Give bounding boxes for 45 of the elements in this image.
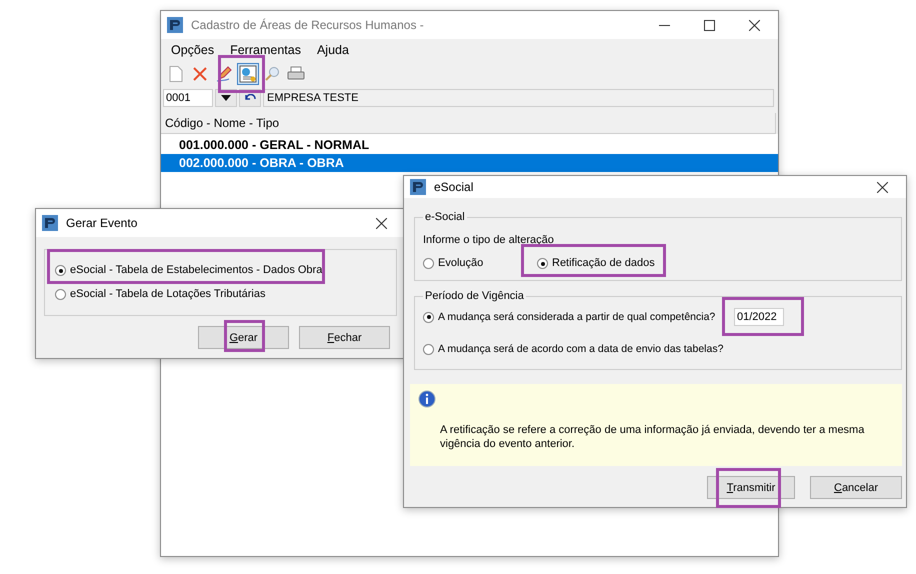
dialog-button[interactable]: Cancelar xyxy=(810,476,902,499)
maximize-icon[interactable] xyxy=(704,20,715,30)
radio-button[interactable] xyxy=(423,258,434,269)
dialog-button[interactable]: Fechar xyxy=(299,326,390,349)
competence-field[interactable]: 01/2022 xyxy=(734,308,784,326)
dialog-button[interactable]: Transmitir xyxy=(707,476,795,499)
radio-label: Retificação de dados xyxy=(552,257,655,270)
highlight-frame xyxy=(716,468,781,508)
list-row[interactable]: 001.000.000 - GERAL - NORMAL xyxy=(161,136,778,154)
window-title: Gerar Evento xyxy=(66,216,138,230)
app-logo-icon xyxy=(410,179,426,195)
highlight-frame xyxy=(218,55,265,93)
app-logo-icon xyxy=(42,215,58,231)
menu-item[interactable]: Ferramentas xyxy=(230,43,301,57)
menu-item[interactable]: Opções xyxy=(171,43,214,57)
radio-label: A mudança será considerada a partir de qual competência? xyxy=(438,310,716,324)
radio-button[interactable] xyxy=(423,312,434,322)
prompt-text: Informe o tipo de alteração xyxy=(423,234,555,247)
undo-arrow-icon xyxy=(244,94,256,102)
company-code-field[interactable]: 0001 xyxy=(163,89,213,107)
radio-label: eSocial - Tabela de Lotações Tributárias xyxy=(70,288,266,301)
app-logo-icon xyxy=(167,17,183,33)
close-icon[interactable] xyxy=(749,20,760,30)
radio-button[interactable] xyxy=(55,289,66,300)
group-title: Período de Vigência xyxy=(424,290,525,303)
radio-button[interactable] xyxy=(423,344,434,354)
window-title: Cadastro de Áreas de Recursos Humanos - xyxy=(191,18,424,32)
close-icon[interactable] xyxy=(877,182,888,192)
caret-icon xyxy=(221,95,231,101)
close-icon[interactable] xyxy=(376,218,387,228)
radio-button[interactable] xyxy=(537,258,548,269)
list-row[interactable]: 002.000.000 - OBRA - OBRA xyxy=(161,154,778,172)
dialog-button[interactable]: Gerar xyxy=(198,326,289,349)
radio-button[interactable] xyxy=(55,265,66,276)
radio-label: eSocial - Tabela de Estabelecimentos - Dados Obra xyxy=(70,264,322,277)
menu-item[interactable]: Ajuda xyxy=(316,43,349,57)
company-name-field: EMPRESA TESTE xyxy=(263,89,774,107)
radio-label: A mudança será de acordo com a data de envio das tabelas? xyxy=(438,342,722,356)
group-title: e-Social xyxy=(424,211,466,224)
window-title: eSocial xyxy=(434,180,474,194)
info-text: A retificação se refere a correção de uma informação já enviada, devendo ter a mesma vigência do evento anterior. xyxy=(440,423,866,451)
info-icon xyxy=(418,390,436,408)
highlight-frame xyxy=(224,320,265,352)
globe-document-icon[interactable] xyxy=(237,63,259,85)
radio-label: Evolução xyxy=(438,257,484,270)
